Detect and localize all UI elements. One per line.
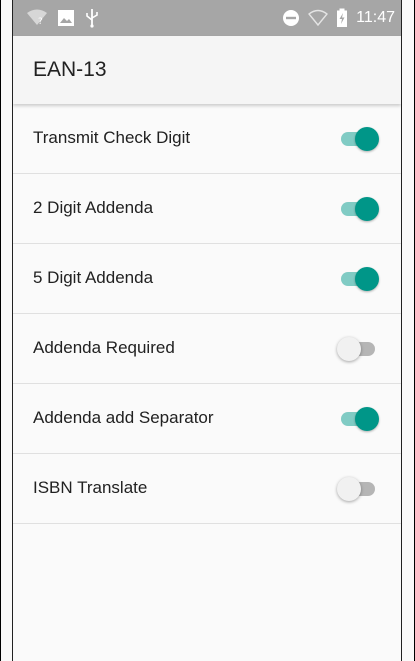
switch-thumb xyxy=(355,127,379,151)
screen: ? 11:47 EAN-13 Transmit Check Digit 2 Di… xyxy=(13,0,401,661)
svg-text:?: ? xyxy=(38,17,43,27)
setting-label: ISBN Translate xyxy=(33,478,148,497)
image-icon xyxy=(57,9,75,27)
setting-label: 5 Digit Addenda xyxy=(33,268,154,287)
setting-label: Addenda Required xyxy=(33,338,175,357)
setting-row-transmit-check-digit[interactable]: Transmit Check Digit xyxy=(13,104,401,174)
toggle-switch[interactable] xyxy=(341,127,379,151)
switch-thumb xyxy=(355,407,379,431)
status-time: 11:47 xyxy=(356,9,395,26)
signal-icon xyxy=(308,9,329,27)
setting-label: Addenda add Separator xyxy=(33,408,214,427)
settings-list: Transmit Check Digit 2 Digit Addenda 5 D… xyxy=(13,104,401,524)
do-not-disturb-icon xyxy=(282,9,300,27)
wifi-question-icon: ? xyxy=(27,9,47,27)
setting-row-addenda-add-separator[interactable]: Addenda add Separator xyxy=(13,384,401,454)
setting-row-isbn-translate[interactable]: ISBN Translate xyxy=(13,454,401,524)
setting-row-5-digit-addenda[interactable]: 5 Digit Addenda xyxy=(13,244,401,314)
setting-row-addenda-required[interactable]: Addenda Required xyxy=(13,314,401,384)
battery-charging-icon xyxy=(336,8,348,28)
toggle-switch[interactable] xyxy=(341,267,379,291)
toggle-switch[interactable] xyxy=(341,197,379,221)
app-bar: EAN-13 xyxy=(13,36,401,104)
setting-label: 2 Digit Addenda xyxy=(33,198,154,217)
setting-label: Transmit Check Digit xyxy=(33,128,191,147)
switch-thumb xyxy=(355,267,379,291)
toggle-switch[interactable] xyxy=(337,477,377,501)
usb-icon xyxy=(85,8,99,28)
status-bar: ? 11:47 xyxy=(13,0,401,36)
status-left-icons: ? xyxy=(27,8,99,28)
screen-border-right xyxy=(401,0,402,661)
switch-thumb xyxy=(337,477,361,501)
setting-row-2-digit-addenda[interactable]: 2 Digit Addenda xyxy=(13,174,401,244)
page-title: EAN-13 xyxy=(33,58,107,81)
switch-thumb xyxy=(337,337,361,361)
status-right-icons: 11:47 xyxy=(282,8,395,28)
toggle-switch[interactable] xyxy=(341,407,379,431)
toggle-switch[interactable] xyxy=(337,337,377,361)
switch-thumb xyxy=(355,197,379,221)
